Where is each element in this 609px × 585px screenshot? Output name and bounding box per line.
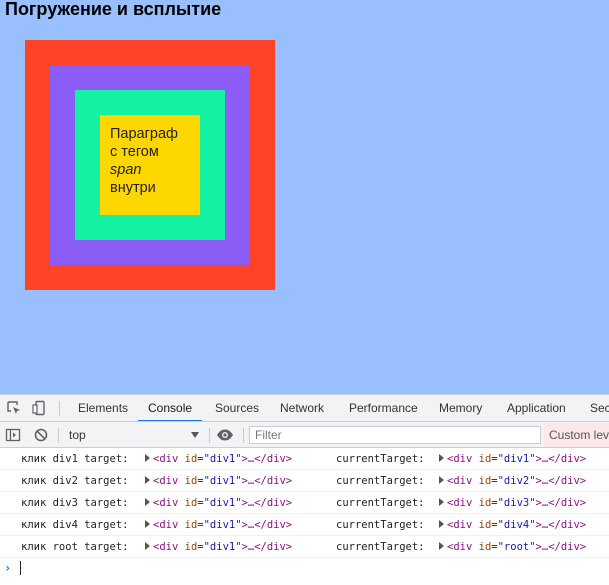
toolbar-separator [243,428,244,443]
page-viewport: Погружение и всплытие Параграф с тегом s… [0,0,609,394]
log-current-target-label: currentTarget: [336,519,425,531]
console-log-row: клик root target: <div id="div1">…</div>… [0,536,609,558]
log-current-target-element[interactable]: <div id="div1">…</div> [439,448,586,470]
log-levels-dropdown[interactable]: Custom lev [544,423,609,447]
tab-sources[interactable]: Sources [215,395,259,421]
prompt-caret [20,561,21,575]
expand-triangle-icon[interactable] [145,454,150,462]
expand-triangle-icon[interactable] [145,498,150,506]
log-current-target-element[interactable]: <div id="div2">…</div> [439,470,586,492]
paragraph-line-4: внутри [110,180,156,196]
log-current-target-element[interactable]: <div id="root">…</div> [439,536,586,558]
console-toolbar: top Custom lev [0,422,609,448]
log-target-element[interactable]: <div id="div1">…</div> [145,492,292,514]
paragraph-line-2: с тегом [110,144,159,160]
log-target-element[interactable]: <div id="div1">…</div> [145,514,292,536]
expand-triangle-icon[interactable] [145,476,150,484]
tab-memory[interactable]: Memory [439,395,482,421]
console-log-row: клик div4 target: <div id="div1">…</div>… [0,514,609,536]
log-target-element[interactable]: <div id="div1">…</div> [145,470,292,492]
console-log-row: клик div2 target: <div id="div1">…</div>… [0,470,609,492]
toolbar-separator [58,428,59,443]
div1-box[interactable]: Параграф с тегом span внутри [50,65,250,265]
log-target-element[interactable]: <div id="div1">…</div> [145,536,292,558]
tab-console[interactable]: Console [137,395,203,421]
expand-triangle-icon[interactable] [439,476,444,484]
log-label: клик root target: [21,541,129,553]
tab-separator [59,401,60,416]
expand-triangle-icon[interactable] [145,542,150,550]
expand-triangle-icon[interactable] [439,520,444,528]
context-value: top [69,428,86,442]
clear-console-icon[interactable] [33,427,49,443]
inspect-element-icon[interactable] [6,400,22,416]
expand-triangle-icon[interactable] [439,542,444,550]
console-log-row: клик div1 target: <div id="div1">…</div>… [0,448,609,470]
div2-box[interactable]: Параграф с тегом span внутри [75,90,225,240]
tab-network[interactable]: Network [280,395,324,421]
toolbar-separator [209,428,210,443]
tab-elements[interactable]: Elements [78,395,128,421]
log-current-target-label: currentTarget: [336,541,425,553]
tab-performance[interactable]: Performance [349,395,418,421]
console-prompt[interactable]: › [0,558,609,578]
live-expression-icon[interactable] [216,427,233,443]
tab-application[interactable]: Application [507,395,566,421]
log-current-target-label: currentTarget: [336,475,425,487]
log-label: клик div3 target: [21,497,129,509]
log-label: клик div2 target: [21,475,129,487]
expand-triangle-icon[interactable] [439,454,444,462]
log-target-element[interactable]: <div id="div1">…</div> [145,448,292,470]
page-title: Погружение и всплытие [5,0,222,19]
log-current-target-label: currentTarget: [336,497,425,509]
devtools-panel: Elements Console Sources Network Perform… [0,394,609,584]
console-sidebar-icon[interactable] [5,427,21,443]
prompt-chevron-icon: › [4,561,12,575]
console-output[interactable]: клик div1 target: <div id="div1">…</div>… [0,448,609,585]
filter-input[interactable] [249,426,541,444]
devtools-tab-bar: Elements Console Sources Network Perform… [0,395,609,422]
log-levels-label: Custom lev [549,428,609,442]
log-label: клик div4 target: [21,519,129,531]
console-log-row: клик div3 target: <div id="div1">…</div>… [0,492,609,514]
expand-triangle-icon[interactable] [145,520,150,528]
root-box[interactable]: Параграф с тегом span внутри [25,40,275,290]
log-label: клик div1 target: [21,453,129,465]
device-toggle-icon[interactable] [31,400,47,416]
log-current-target-element[interactable]: <div id="div4">…</div> [439,514,586,536]
paragraph-line-1: Параграф [110,126,178,142]
context-selector[interactable]: top [63,425,203,445]
chevron-down-icon [191,432,199,438]
div3-box[interactable]: Параграф с тегом span внутри [100,115,200,215]
log-current-target-element[interactable]: <div id="div3">…</div> [439,492,586,514]
log-current-target-label: currentTarget: [336,453,425,465]
paragraph-span[interactable]: span [110,162,141,178]
expand-triangle-icon[interactable] [439,498,444,506]
tab-security[interactable]: Sec [590,395,609,421]
paragraph[interactable]: Параграф с тегом span внутри [110,125,178,197]
